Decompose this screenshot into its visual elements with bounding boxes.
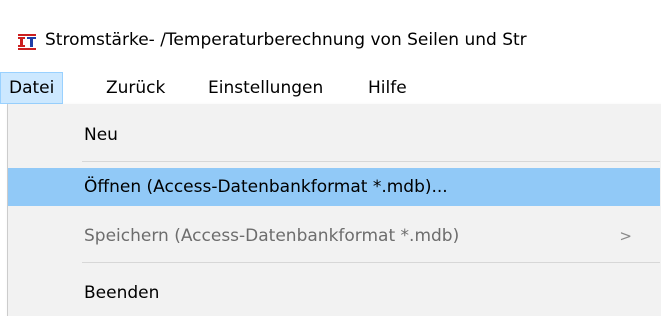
menu-einstellungen[interactable]: Einstellungen — [200, 72, 331, 104]
datei-dropdown-menu: Neu Öffnen (Access-Datenbankformat *.mdb… — [7, 104, 661, 316]
menu-item-oeffnen-label: Öffnen (Access-Datenbankformat *.mdb)... — [84, 177, 448, 197]
menu-item-speichern-label: Speichern (Access-Datenbankformat *.mdb) — [84, 226, 460, 246]
application-window: Stromstärke- /Temperaturberechnung von S… — [0, 0, 661, 316]
menu-item-neu-label: Neu — [84, 125, 118, 145]
submenu-arrow-icon: > — [619, 227, 632, 245]
window-title: Stromstärke- /Temperaturberechnung von S… — [45, 30, 527, 50]
title-bar[interactable]: Stromstärke- /Temperaturberechnung von S… — [0, 0, 661, 52]
menu-item-speichern[interactable]: Speichern (Access-Datenbankformat *.mdb)… — [8, 217, 660, 255]
menu-separator — [82, 262, 660, 263]
menu-bar: Datei Zurück Einstellungen Hilfe — [0, 72, 661, 104]
app-it-icon[interactable] — [17, 32, 37, 52]
menu-item-oeffnen[interactable]: Öffnen (Access-Datenbankformat *.mdb)... — [8, 168, 660, 206]
menu-separator — [82, 161, 660, 162]
menu-item-beenden-label: Beenden — [84, 283, 160, 303]
menu-hilfe[interactable]: Hilfe — [360, 72, 415, 104]
menu-zurueck[interactable]: Zurück — [98, 72, 173, 104]
menu-datei[interactable]: Datei — [0, 72, 64, 104]
menu-item-beenden[interactable]: Beenden — [8, 274, 660, 312]
menu-item-neu[interactable]: Neu — [8, 116, 660, 154]
